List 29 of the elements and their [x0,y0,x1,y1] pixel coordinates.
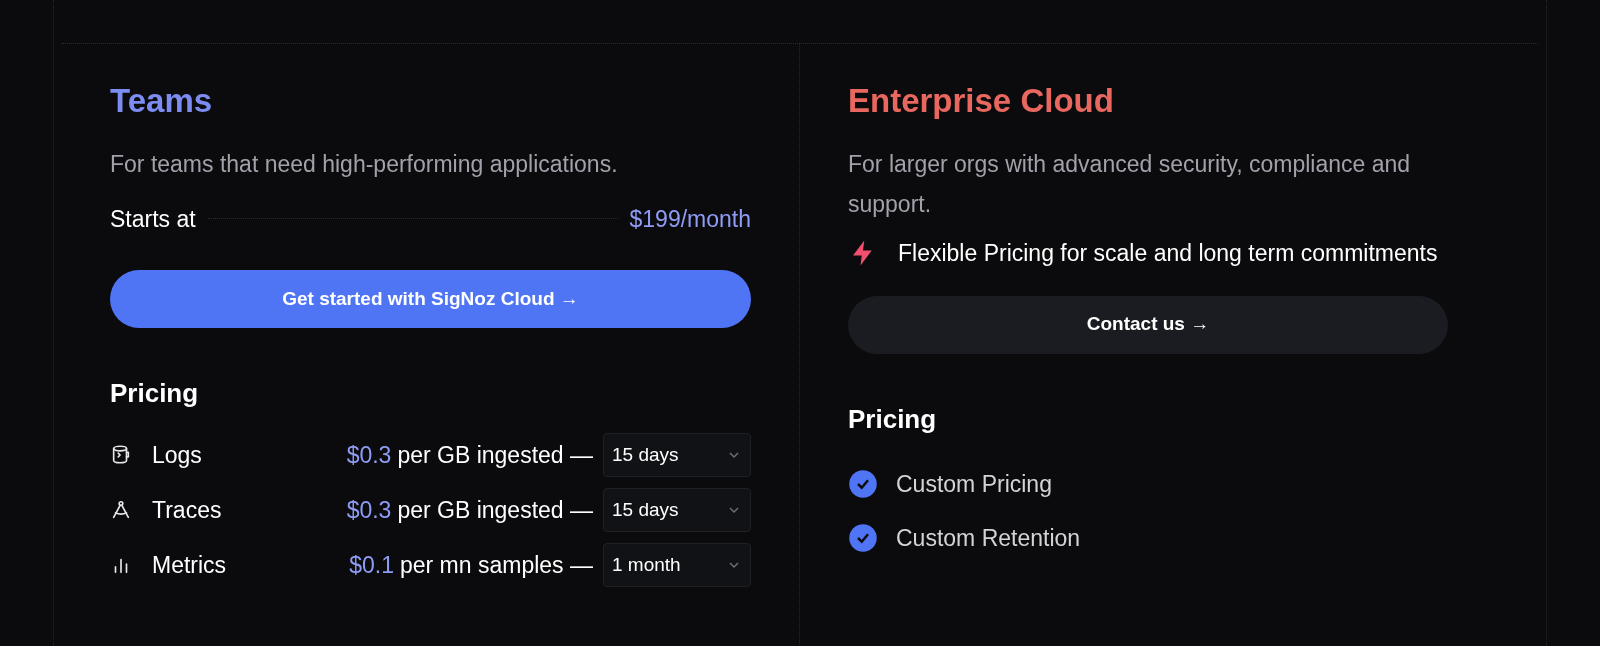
rate-unit: per mn samples — [400,550,593,580]
rate-price: $0.3 [346,495,392,525]
check-circle-icon [848,468,878,499]
pricing-heading: Pricing [110,377,200,410]
starts-at-label: Starts at [110,204,196,234]
rate-price: $0.3 [346,440,392,470]
highlight-text: Flexible Pricing for scale and long term commitments [898,238,1438,268]
pricing-heading: Pricing [848,402,938,436]
feature-text: Custom Retention [896,524,1081,553]
rate-price: $0.1 [349,550,394,580]
plan-title: Enterprise Cloud [848,81,1115,121]
cta-button[interactable]: Get started with SigNoz Cloud → [110,270,751,328]
plan-description: For larger orgs with advanced security, compliance and support. [848,149,1412,219]
retention-select[interactable]: 15 days [603,433,751,477]
rate-label: Logs [152,440,202,470]
plan-title: Teams [110,81,214,121]
retention-select[interactable]: 1 month [603,543,751,587]
check-circle-icon [848,523,878,554]
feature-text: Custom Pricing [896,469,1052,499]
cylinder-icon [110,444,132,466]
retention-select[interactable]: 15 days [603,488,751,532]
plan-description: For teams that need high-performing applications. [110,149,619,179]
rate-label: Traces [152,495,222,525]
rate-label: Metrics [152,550,227,580]
starts-price: $199/month [629,204,751,234]
compass-icon [110,499,132,521]
rate-unit: per GB ingested — [397,440,593,470]
cta-button[interactable]: Contact us → [848,295,1448,354]
rate-unit: per GB ingested — [397,495,593,525]
